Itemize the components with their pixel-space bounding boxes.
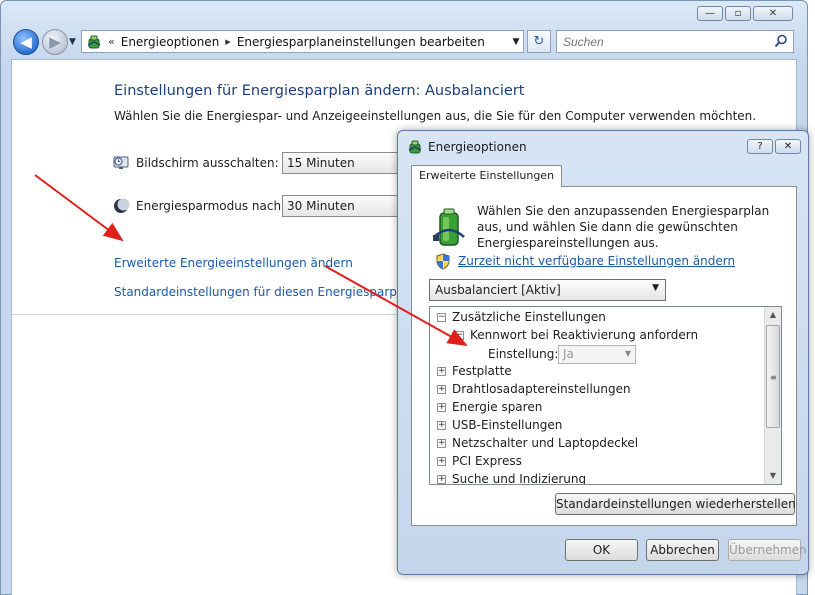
setting-value: Ja (563, 347, 574, 361)
tree-item-label: Festplatte (452, 364, 512, 378)
tree-item-sleep[interactable]: + Energie sparen (437, 398, 542, 416)
settings-tree[interactable]: − Zusätzliche Einstellungen − Kennwort b… (429, 306, 782, 485)
tree-item-wireless-adapter[interactable]: + Drahtlosadaptereinstellungen (437, 380, 631, 398)
tree-item-label: USB-Einstellungen (452, 418, 563, 432)
sleep-select[interactable]: 30 Minuten (282, 195, 398, 217)
tree-item-label: Kennwort bei Reaktivierung anfordern (470, 328, 699, 342)
breadcrumb-separator[interactable]: ▸ (225, 35, 231, 48)
tree-item-label: Suche und Indizierung (452, 472, 587, 485)
moon-icon (114, 198, 130, 213)
tree-scrollbar[interactable]: ▲ ≡ ▼ (764, 307, 781, 484)
tree-item-label: Drahtlosadaptereinstellungen (452, 382, 631, 396)
display-off-row: Bildschirm ausschalten: 15 Minuten (112, 152, 398, 174)
power-plan-select[interactable]: Ausbalanciert [Aktiv] ▼ (429, 279, 666, 301)
advanced-settings-panel: Wählen Sie den anzupassenden Energiespar… (411, 186, 797, 526)
address-bar[interactable]: « Energieoptionen ▸ Energiesparplaneinst… (81, 30, 524, 53)
expand-icon[interactable]: + (437, 402, 446, 412)
breadcrumb-plan-settings[interactable]: Energiesparplaneinstellungen bearbeiten (237, 35, 485, 49)
tree-item-additional-settings[interactable]: − Zusätzliche Einstellungen (437, 308, 606, 326)
expand-icon[interactable]: + (437, 474, 446, 484)
search-icon[interactable] (774, 34, 788, 48)
collapse-icon[interactable]: − (437, 312, 446, 322)
tree-item-setting: Einstellung: (488, 345, 558, 363)
dialog-title: Energieoptionen (428, 140, 527, 154)
scroll-thumb[interactable]: ≡ (766, 325, 780, 428)
address-dropdown[interactable]: ▼ (509, 37, 523, 47)
sleep-row: Energiesparmodus nach: 30 Minuten (112, 195, 398, 217)
monitor-clock-icon (113, 156, 129, 169)
advanced-settings-link[interactable]: Erweiterte Energieeinstellungen ändern (114, 256, 353, 270)
tree-item-usb-settings[interactable]: + USB-Einstellungen (437, 416, 562, 434)
cancel-button[interactable]: Abbrechen (646, 539, 719, 561)
refresh-button[interactable]: ↻ (527, 30, 551, 53)
forward-button[interactable]: ▶ (42, 29, 68, 55)
grip-icon: ≡ (770, 373, 777, 382)
close-button[interactable]: ✕ (753, 6, 793, 21)
dialog-intro-text: Wählen Sie den anzupassenden Energiespar… (477, 204, 770, 250)
tree-item-label: PCI Express (452, 454, 522, 468)
back-button[interactable]: ◀ (13, 29, 39, 55)
expand-icon[interactable]: + (437, 456, 446, 466)
tree-item-search-indexing[interactable]: + Suche und Indizierung (437, 470, 587, 485)
uac-shield-icon (436, 253, 450, 270)
divider (12, 314, 398, 315)
breadcrumb-overflow[interactable]: « (108, 35, 115, 48)
chevron-down-icon: ▼ (652, 283, 659, 293)
dialog-close-button[interactable]: ✕ (775, 139, 801, 154)
power-options-dialog: Energieoptionen ? ✕ Erweiterte Einstellu… (397, 130, 809, 575)
tree-item-hard-disk[interactable]: + Festplatte (437, 362, 512, 380)
page-title: Einstellungen für Energiesparplan ändern… (114, 83, 525, 99)
scroll-down-button[interactable]: ▼ (765, 468, 781, 484)
scroll-up-button[interactable]: ▲ (765, 307, 781, 323)
search-input[interactable] (556, 30, 794, 53)
chevron-down-icon: ▼ (624, 349, 631, 358)
sleep-label: Energiesparmodus nach: (136, 199, 286, 213)
window-caption-buttons: — ▫ ✕ (697, 6, 793, 21)
maximize-button[interactable]: ▫ (725, 6, 751, 21)
tab-advanced-settings[interactable]: Erweiterte Einstellungen (411, 165, 563, 187)
display-off-label: Bildschirm ausschalten: (136, 156, 279, 170)
page-subtitle: Wählen Sie die Energiespar- und Anzeigee… (114, 109, 757, 123)
change-unavailable-settings-link[interactable]: Zurzeit nicht verfügbare Einstellungen ä… (458, 254, 735, 268)
expand-icon[interactable]: + (437, 366, 446, 376)
ok-button[interactable]: OK (565, 539, 638, 561)
tree-item-pci-express[interactable]: + PCI Express (437, 452, 522, 470)
tree-item-power-buttons-lid[interactable]: + Netzschalter und Laptopdeckel (437, 434, 638, 452)
recent-pages-dropdown[interactable]: ▼ (69, 37, 76, 47)
display-off-select[interactable]: 15 Minuten (282, 152, 398, 174)
expand-icon[interactable]: + (437, 438, 446, 448)
expand-icon[interactable]: + (437, 420, 446, 430)
apply-button[interactable]: Übernehmen (728, 539, 807, 561)
power-options-icon (87, 35, 101, 48)
battery-icon (433, 208, 465, 246)
power-plan-select-value: Ausbalanciert [Aktiv] (435, 283, 561, 297)
power-options-icon (408, 140, 422, 154)
setting-value-select[interactable]: Ja ▼ (558, 345, 636, 364)
expand-icon[interactable]: + (437, 384, 446, 394)
tree-item-label: Zusätzliche Einstellungen (452, 310, 606, 324)
minimize-button[interactable]: — (697, 6, 723, 21)
tree-item-label: Netzschalter und Laptopdeckel (452, 436, 639, 450)
breadcrumb-energieoptionen[interactable]: Energieoptionen (121, 35, 220, 49)
restore-defaults-button[interactable]: Standardeinstellungen wiederherstellen (555, 493, 796, 515)
help-button[interactable]: ? (747, 139, 773, 154)
tree-item-password-on-wakeup[interactable]: − Kennwort bei Reaktivierung anfordern (455, 326, 698, 344)
setting-label: Einstellung: (488, 347, 559, 361)
collapse-icon[interactable]: − (455, 330, 464, 340)
tree-item-label: Energie sparen (452, 400, 543, 414)
